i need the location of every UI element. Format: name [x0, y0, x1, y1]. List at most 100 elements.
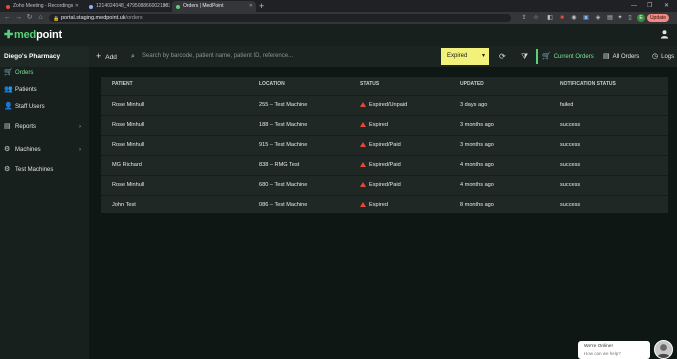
home-icon[interactable]: ⌂ — [36, 13, 45, 23]
column-header[interactable]: Status — [360, 77, 379, 92]
update-button[interactable]: Update — [647, 14, 669, 22]
sidebar-item-staff-users[interactable]: 👤 Staff Users — [0, 98, 89, 116]
sidebar-item-orders[interactable]: 🛒 Orders — [0, 64, 89, 82]
notification-cell: success — [560, 142, 581, 148]
search-input[interactable]: ⌕ Search by barcode, patient name, patie… — [131, 46, 431, 67]
updated-cell: 4 months ago — [460, 162, 494, 168]
column-header[interactable]: Updated — [460, 77, 484, 92]
table-row[interactable]: MG Richard 838 – RMG Test Expired/Paid 4… — [101, 155, 668, 175]
user-icon[interactable] — [660, 29, 669, 39]
all-orders-link[interactable]: ▤ All Orders — [603, 46, 639, 67]
warning-icon — [360, 142, 366, 147]
forward-icon[interactable]: → — [14, 13, 23, 23]
status-text: Expired — [369, 202, 388, 208]
extension-red-icon[interactable]: ■ — [558, 14, 566, 22]
table-row[interactable]: Rose Minhull 255 – Test Machine Expired/… — [101, 95, 668, 115]
chevron-down-icon: ▾ — [481, 53, 485, 59]
status-cell: Expired/Paid — [360, 156, 401, 175]
warning-icon — [360, 102, 366, 107]
table-row[interactable]: Rose Minhull 915 – Test Machine Expired/… — [101, 135, 668, 155]
close-tab-icon[interactable]: ✕ — [163, 1, 167, 12]
close-tab-icon[interactable]: ✕ — [249, 1, 253, 12]
url-input[interactable]: 🔒 portal.staging.medpoint.uk/orders — [49, 14, 511, 22]
patient-cell: John Test — [112, 202, 136, 208]
reload-icon[interactable]: ↻ — [25, 13, 34, 23]
reports-icon: ▤ — [4, 123, 11, 130]
location-cell: 255 – Test Machine — [259, 102, 308, 108]
logo-plus-icon: ✚ — [4, 29, 14, 41]
notification-cell: success — [560, 202, 581, 208]
current-orders-label: Current Orders — [553, 54, 594, 60]
document-icon: ▤ — [603, 53, 610, 60]
table-row[interactable]: Rose Minhull 188 – Test Machine Expired … — [101, 115, 668, 135]
minimize-icon[interactable]: — — [631, 0, 637, 12]
status-filter-value: Expired — [447, 53, 468, 59]
chevron-right-icon: › — [79, 124, 81, 130]
table-row[interactable]: Rose Minhull 680 – Test Machine Expired/… — [101, 175, 668, 195]
extension-icon[interactable]: ◉ — [570, 14, 578, 22]
table-row[interactable]: John Test 086 – Test Machine Expired 8 m… — [101, 195, 668, 215]
sidebar-item-patients[interactable]: 👥 Patients — [0, 81, 89, 99]
medpoint-logo[interactable]: ✚medpoint — [4, 28, 62, 41]
profile-avatar[interactable]: E — [637, 14, 645, 22]
column-header[interactable]: Location — [259, 77, 285, 92]
users-icon: 👥 — [4, 86, 13, 93]
refresh-icon[interactable]: ⟳ — [499, 46, 507, 67]
maximize-icon[interactable]: ❐ — [647, 0, 652, 12]
status-text: Expired — [369, 122, 388, 128]
patient-cell: Rose Minhull — [112, 142, 145, 148]
warning-icon — [360, 202, 366, 207]
puzzle-icon[interactable]: ✦ — [616, 14, 624, 22]
url-host: portal.staging.medpoint.uk — [61, 15, 126, 21]
search-icon: ⌕ — [131, 53, 135, 60]
browser-tab-orders[interactable]: Orders | MedPoint ✕ — [172, 1, 256, 12]
cart-icon: 🛒 — [4, 69, 13, 76]
orders-table: Patient Location Status Updated Notifica… — [101, 77, 668, 213]
star-icon[interactable]: ☆ — [532, 14, 540, 22]
chat-agent-avatar[interactable] — [654, 340, 673, 359]
back-icon[interactable]: ← — [3, 13, 12, 23]
notification-cell: success — [560, 162, 581, 168]
status-filter-select[interactable]: Expired ▾ — [441, 48, 489, 65]
browser-tab-file[interactable]: 1214024048_4795088660021983 ✕ — [85, 1, 170, 12]
app-header: ✚medpoint — [0, 24, 677, 46]
patient-cell: MG Richard — [112, 162, 142, 168]
notification-cell: success — [560, 182, 581, 188]
sidepanel-icon[interactable]: ▯ — [626, 14, 634, 22]
logs-link[interactable]: ◷ Logs — [652, 46, 674, 67]
new-tab-button[interactable]: + — [259, 0, 264, 12]
location-cell: 915 – Test Machine — [259, 142, 308, 148]
column-header[interactable]: Patient — [112, 77, 133, 92]
gear-icon: ⚙ — [4, 166, 11, 173]
lock-icon: 🔒 — [53, 16, 60, 22]
chat-widget[interactable]: We're Online! How can we help? — [578, 341, 650, 359]
sidebar-item-reports[interactable]: ▤ Reports › — [0, 118, 89, 136]
extension-icon[interactable]: ◧ — [546, 14, 554, 22]
clear-filter-icon[interactable]: ⧩ — [521, 46, 529, 67]
notification-cell: failed — [560, 102, 574, 108]
status-cell: Expired/Paid — [360, 136, 401, 155]
current-orders-link[interactable]: 🛒 Current Orders — [542, 46, 594, 67]
column-header[interactable]: Notification Status — [560, 77, 616, 92]
status-text: Expired/Paid — [369, 162, 401, 168]
updated-cell: 8 months ago — [460, 202, 494, 208]
extension-icon[interactable]: ◈ — [594, 14, 602, 22]
sidebar-item-machines[interactable]: ⚙ Machines › — [0, 141, 89, 159]
add-label: Add — [105, 54, 117, 61]
machines-icon: ⚙ — [4, 146, 11, 153]
extension-blue-icon[interactable]: ▣ — [582, 14, 590, 22]
share-icon[interactable]: ⇪ — [520, 14, 528, 22]
browser-tab-label: 1214024048_4795088660021983 — [96, 3, 170, 9]
add-order-button[interactable]: + Add — [96, 46, 117, 67]
browser-tab-zoho[interactable]: Zoho Meeting - Recordings ✕ — [2, 1, 82, 12]
sidebar-item-test-machines[interactable]: ⚙ Test Machines — [0, 161, 89, 179]
logo-point: point — [36, 29, 62, 41]
updated-cell: 4 months ago — [460, 182, 494, 188]
close-window-icon[interactable]: ✕ — [664, 0, 669, 12]
plus-icon: + — [96, 51, 102, 61]
extension-icon[interactable]: ▤ — [606, 14, 614, 22]
close-tab-icon[interactable]: ✕ — [75, 1, 79, 12]
patient-cell: Rose Minhull — [112, 102, 145, 108]
browser-tab-bar: Zoho Meeting - Recordings ✕ 1214024048_4… — [0, 0, 677, 12]
status-cell: Expired/Paid — [360, 176, 401, 195]
